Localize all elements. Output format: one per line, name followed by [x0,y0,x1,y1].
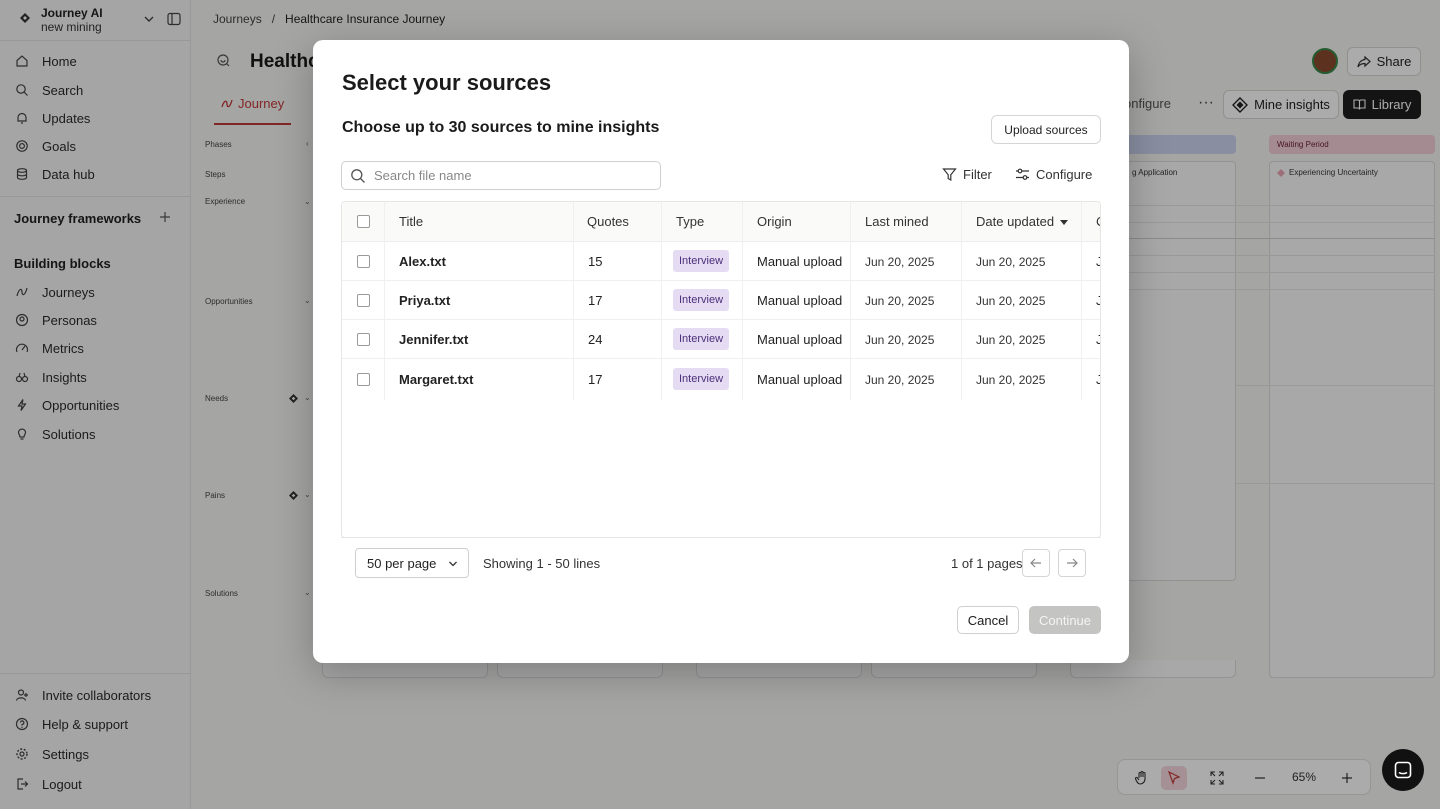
column-origin[interactable]: Origin [757,214,792,229]
cancel-button[interactable]: Cancel [957,606,1019,634]
search-icon [351,168,365,183]
row-date-updated: Jun 20, 2025 [976,333,1046,347]
row-quotes: 15 [588,254,603,269]
filter-icon [942,168,957,182]
row-title: Alex.txt [399,254,446,269]
per-page-value: 50 per page [367,555,437,571]
chat-button[interactable] [1382,749,1424,791]
row-last-mined: Jun 20, 2025 [865,255,935,269]
row-checkbox[interactable] [357,373,370,386]
row-origin: Manual upload [757,372,843,387]
modal-subtitle: Choose up to 30 sources to mine insights [342,119,660,136]
table-row[interactable]: Priya.txt 17 Interview Manual upload Jun… [342,281,1100,320]
column-last-mined[interactable]: Last mined [865,214,929,229]
upload-sources-button[interactable]: Upload sources [991,115,1101,144]
column-partial[interactable]: C [1096,214,1100,229]
page-indicator: 1 of 1 pages [951,556,1023,571]
table-footer-divider [341,537,1101,538]
showing-count: Showing 1 - 50 lines [483,556,601,571]
row-quotes: 24 [588,332,603,347]
column-date-updated-label: Date updated [976,214,1055,229]
row-checkbox[interactable] [357,333,370,346]
row-last-mined: Jun 20, 2025 [865,333,935,347]
select-all-checkbox[interactable] [357,215,370,228]
configure-label: Configure [1036,167,1093,182]
column-date-updated[interactable]: Date updated [976,214,1069,229]
sliders-icon [1016,168,1029,180]
row-title: Priya.txt [399,293,451,308]
row-date-updated: Jun 20, 2025 [976,255,1046,269]
chevron-down-icon [449,561,457,567]
per-page-select[interactable]: 50 per page [355,548,469,578]
row-partial: J [1096,293,1100,308]
row-title: Jennifer.txt [399,332,469,347]
column-type[interactable]: Type [676,214,704,229]
table-header: Title Quotes Type Origin Last mined Date… [342,202,1100,242]
select-sources-modal: Select your sources Choose up to 30 sour… [313,40,1129,663]
row-last-mined: Jun 20, 2025 [865,373,935,387]
configure-button[interactable]: Configure [1015,167,1092,182]
row-partial: J [1096,254,1100,269]
search-field[interactable] [341,161,661,190]
arrow-right-icon [1067,558,1078,568]
prev-page-button[interactable] [1022,549,1050,577]
modal-title: Select your sources [342,70,552,95]
column-title[interactable]: Title [399,214,423,229]
column-quotes[interactable]: Quotes [587,214,629,229]
row-origin: Manual upload [757,254,843,269]
next-page-button[interactable] [1058,549,1086,577]
type-badge: Interview [673,328,730,350]
row-checkbox[interactable] [357,255,370,268]
row-origin: Manual upload [757,332,843,347]
row-partial: J [1096,372,1100,387]
table-row[interactable]: Alex.txt 15 Interview Manual upload Jun … [342,242,1100,281]
sources-table: Title Quotes Type Origin Last mined Date… [341,201,1101,538]
arrow-left-icon [1030,558,1041,568]
row-last-mined: Jun 20, 2025 [865,294,935,308]
row-quotes: 17 [588,372,603,387]
row-title: Margaret.txt [399,372,474,387]
table-row[interactable]: Jennifer.txt 24 Interview Manual upload … [342,320,1100,359]
filter-button[interactable]: Filter [942,167,992,182]
row-partial: J [1096,332,1100,347]
type-badge: Interview [673,289,730,311]
table-row[interactable]: Margaret.txt 17 Interview Manual upload … [342,360,1100,399]
filter-label: Filter [963,167,992,182]
chat-icon [1394,761,1412,779]
row-date-updated: Jun 20, 2025 [976,373,1046,387]
type-badge: Interview [673,250,730,272]
row-date-updated: Jun 20, 2025 [976,294,1046,308]
sort-descending-icon [1060,219,1069,225]
type-badge: Interview [673,368,730,390]
row-origin: Manual upload [757,293,843,308]
search-input[interactable] [374,168,644,183]
continue-button[interactable]: Continue [1029,606,1101,634]
row-checkbox[interactable] [357,294,370,307]
row-quotes: 17 [588,293,603,308]
